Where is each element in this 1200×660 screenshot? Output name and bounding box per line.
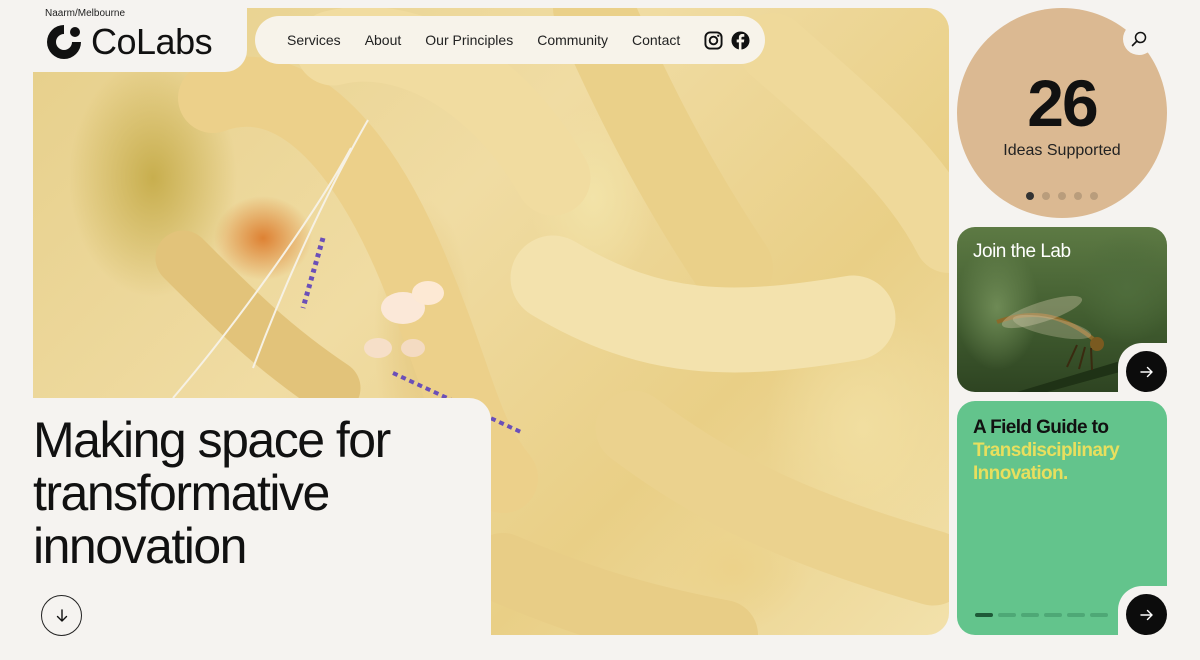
- carousel-indicator[interactable]: [1044, 613, 1062, 617]
- arrow-down-icon: [56, 608, 67, 622]
- scroll-down-button[interactable]: [41, 595, 82, 636]
- carousel-dot[interactable]: [1074, 192, 1082, 200]
- carousel-indicator[interactable]: [1090, 613, 1108, 617]
- stat-label: Ideas Supported: [1003, 142, 1121, 159]
- headline-card: Making space for transformative innovati…: [33, 398, 491, 660]
- social-links: [704, 30, 750, 50]
- search-button[interactable]: [1123, 23, 1155, 55]
- instagram-icon[interactable]: [704, 30, 723, 50]
- search-icon: [1131, 31, 1147, 47]
- join-lab-title: Join the Lab: [973, 241, 1071, 262]
- carousel-dot[interactable]: [1058, 192, 1066, 200]
- carousel-indicator[interactable]: [1067, 613, 1085, 617]
- carousel-indicator[interactable]: [1021, 613, 1039, 617]
- facebook-icon[interactable]: [731, 30, 750, 50]
- main-nav: Services About Our Principles Community …: [255, 16, 765, 64]
- carousel-indicator[interactable]: [975, 613, 993, 617]
- colabs-logo-icon: [47, 25, 81, 59]
- arrow-right-icon: [1139, 609, 1153, 620]
- stat-number: 26: [1027, 66, 1098, 140]
- region-label: Naarm/Melbourne: [45, 8, 126, 19]
- carousel-dot[interactable]: [1042, 192, 1050, 200]
- guide-title: A Field Guide to: [973, 417, 1109, 438]
- field-guide-arrow-button[interactable]: [1126, 594, 1167, 635]
- carousel-dot[interactable]: [1026, 192, 1034, 200]
- carousel-dot[interactable]: [1090, 192, 1098, 200]
- nav-link-community[interactable]: Community: [537, 32, 608, 48]
- stat-carousel-dots: [957, 192, 1167, 200]
- nav-link-about[interactable]: About: [365, 32, 402, 48]
- guide-subtitle: Transdisciplinary Innovation.: [973, 440, 1120, 484]
- nav-link-principles[interactable]: Our Principles: [425, 32, 513, 48]
- brand-name: CoLabs: [91, 21, 213, 62]
- hero-headline: Making space for transformative innovati…: [33, 412, 391, 574]
- nav-link-services[interactable]: Services: [287, 32, 341, 48]
- brand-logo[interactable]: CoLabs: [45, 21, 213, 62]
- nav-link-contact[interactable]: Contact: [632, 32, 680, 48]
- arrow-right-icon: [1139, 366, 1153, 377]
- join-lab-arrow-button[interactable]: [1126, 351, 1167, 392]
- carousel-indicator[interactable]: [998, 613, 1016, 617]
- guide-carousel-indicators: [975, 613, 1108, 617]
- logo-area: Naarm/Melbourne CoLabs: [33, 0, 247, 72]
